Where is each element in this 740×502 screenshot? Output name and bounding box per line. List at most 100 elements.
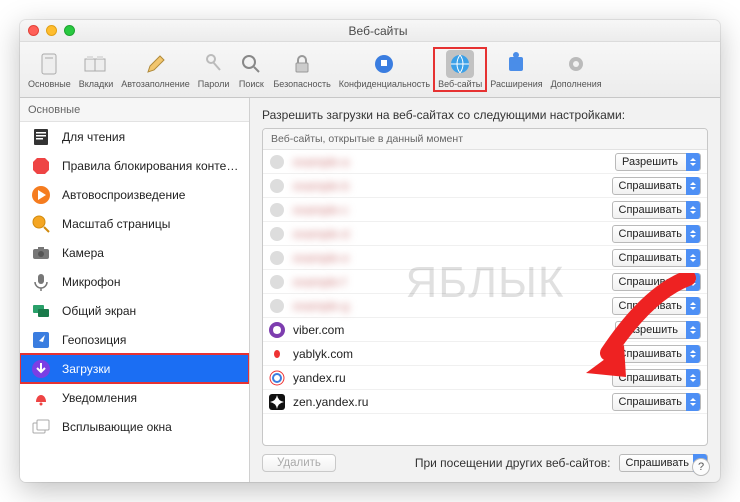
search-icon bbox=[237, 50, 265, 78]
sidebar-item-autoplay[interactable]: Автовоспроизведение bbox=[20, 180, 249, 209]
camera-icon bbox=[30, 242, 52, 264]
chevron-updown-icon bbox=[686, 249, 700, 267]
tab-general[interactable]: Основные bbox=[24, 48, 75, 91]
tabs-icon bbox=[82, 50, 110, 78]
sidebar-item-page-zoom[interactable]: Масштаб страницы bbox=[20, 209, 249, 238]
minimize-window-button[interactable] bbox=[46, 25, 57, 36]
favicon bbox=[269, 370, 285, 386]
tab-autofill[interactable]: Автозаполнение bbox=[117, 48, 194, 91]
table-row[interactable]: example-fСпрашивать bbox=[263, 270, 707, 294]
site-domain: zen.yandex.ru bbox=[293, 395, 612, 409]
sidebar-header: Основные bbox=[20, 98, 249, 122]
chevron-updown-icon bbox=[686, 225, 700, 243]
favicon bbox=[269, 178, 285, 194]
table-row[interactable]: viber.comРазрешить bbox=[263, 318, 707, 342]
preferences-window: Веб-сайты Основные Вкладки Автозаполнени… bbox=[20, 20, 720, 482]
site-policy-select[interactable]: Спрашивать bbox=[612, 225, 701, 243]
hand-icon bbox=[370, 50, 398, 78]
tab-privacy[interactable]: Конфиденциальность bbox=[335, 48, 434, 91]
sidebar-item-camera[interactable]: Камера bbox=[20, 238, 249, 267]
mic-icon bbox=[30, 271, 52, 293]
favicon bbox=[269, 274, 285, 290]
site-policy-select[interactable]: Спрашивать bbox=[612, 345, 701, 363]
chevron-updown-icon bbox=[686, 273, 700, 291]
site-domain: example-b bbox=[293, 179, 612, 193]
close-window-button[interactable] bbox=[28, 25, 39, 36]
sidebar-list: Для чтения Правила блокирования контента… bbox=[20, 122, 249, 482]
chevron-updown-icon bbox=[686, 369, 700, 387]
chevron-updown-icon bbox=[686, 321, 700, 339]
chevron-updown-icon bbox=[686, 345, 700, 363]
table-row[interactable]: zen.yandex.ruСпрашивать bbox=[263, 390, 707, 414]
delete-button[interactable]: Удалить bbox=[262, 454, 336, 472]
table-row[interactable]: example-gСпрашивать bbox=[263, 294, 707, 318]
chevron-updown-icon bbox=[686, 201, 700, 219]
table-row[interactable]: yandex.ruСпрашивать bbox=[263, 366, 707, 390]
sidebar: Основные Для чтения Правила блокирования… bbox=[20, 98, 250, 482]
main-panel: Разрешить загрузки на веб-сайтах со след… bbox=[250, 98, 720, 482]
favicon bbox=[269, 250, 285, 266]
gear-icon bbox=[562, 50, 590, 78]
sidebar-item-microphone[interactable]: Микрофон bbox=[20, 267, 249, 296]
sidebar-item-content-blockers[interactable]: Правила блокирования контента bbox=[20, 151, 249, 180]
site-policy-select[interactable]: Спрашивать bbox=[612, 297, 701, 315]
sidebar-item-screen-sharing[interactable]: Общий экран bbox=[20, 296, 249, 325]
table-row[interactable]: yablyk.comСпрашивать bbox=[263, 342, 707, 366]
table-header: Веб-сайты, открытые в данный момент bbox=[263, 129, 707, 150]
chevron-updown-icon bbox=[686, 393, 700, 411]
site-policy-select[interactable]: Спрашивать bbox=[612, 273, 701, 291]
table-body: ЯБЛЫК example-aРазрешитьexample-bСпрашив… bbox=[263, 150, 707, 445]
site-domain: example-f bbox=[293, 275, 612, 289]
download-icon bbox=[30, 358, 52, 380]
main-heading: Разрешить загрузки на веб-сайтах со след… bbox=[262, 108, 708, 122]
sidebar-item-reader[interactable]: Для чтения bbox=[20, 122, 249, 151]
site-policy-select[interactable]: Спрашивать bbox=[612, 177, 701, 195]
tab-extensions[interactable]: Расширения bbox=[486, 48, 546, 91]
tab-security[interactable]: Безопасность bbox=[269, 48, 334, 91]
stop-icon bbox=[30, 155, 52, 177]
site-policy-select[interactable]: Разрешить bbox=[615, 153, 701, 171]
globe-icon bbox=[446, 50, 474, 78]
site-policy-select[interactable]: Спрашивать bbox=[612, 393, 701, 411]
zoom-icon bbox=[30, 213, 52, 235]
table-row[interactable]: example-dСпрашивать bbox=[263, 222, 707, 246]
table-row[interactable]: example-bСпрашивать bbox=[263, 174, 707, 198]
table-row[interactable]: example-cСпрашивать bbox=[263, 198, 707, 222]
favicon bbox=[269, 346, 285, 362]
location-icon bbox=[30, 329, 52, 351]
favicon bbox=[269, 202, 285, 218]
favicon bbox=[269, 298, 285, 314]
sidebar-item-popups[interactable]: Всплывающие окна bbox=[20, 412, 249, 441]
chevron-updown-icon bbox=[686, 153, 700, 171]
tab-search[interactable]: Поиск bbox=[233, 48, 269, 91]
site-policy-select[interactable]: Спрашивать bbox=[612, 201, 701, 219]
table-row[interactable]: example-aРазрешить bbox=[263, 150, 707, 174]
favicon bbox=[269, 226, 285, 242]
site-policy-select[interactable]: Спрашивать bbox=[612, 249, 701, 267]
site-domain: yablyk.com bbox=[293, 347, 612, 361]
site-policy-select[interactable]: Спрашивать bbox=[612, 369, 701, 387]
tab-passwords[interactable]: Пароли bbox=[194, 48, 234, 91]
tab-tabs[interactable]: Вкладки bbox=[75, 48, 118, 91]
zoom-window-button[interactable] bbox=[64, 25, 75, 36]
site-domain: example-a bbox=[293, 155, 615, 169]
sidebar-item-notifications[interactable]: Уведомления bbox=[20, 383, 249, 412]
sidebar-item-downloads[interactable]: Загрузки bbox=[20, 354, 249, 383]
key-icon bbox=[200, 50, 228, 78]
general-icon bbox=[35, 50, 63, 78]
chevron-updown-icon bbox=[686, 297, 700, 315]
site-domain: viber.com bbox=[293, 323, 615, 337]
favicon bbox=[269, 394, 285, 410]
table-row[interactable]: example-eСпрашивать bbox=[263, 246, 707, 270]
pencil-icon bbox=[142, 50, 170, 78]
lock-icon bbox=[288, 50, 316, 78]
sites-table: Веб-сайты, открытые в данный момент ЯБЛЫ… bbox=[262, 128, 708, 446]
sidebar-item-location[interactable]: Геопозиция bbox=[20, 325, 249, 354]
tab-websites[interactable]: Веб-сайты bbox=[434, 48, 486, 91]
site-policy-select[interactable]: Разрешить bbox=[615, 321, 701, 339]
bell-icon bbox=[30, 387, 52, 409]
help-button[interactable]: ? bbox=[692, 458, 710, 476]
play-icon bbox=[30, 184, 52, 206]
tab-advanced[interactable]: Дополнения bbox=[547, 48, 606, 91]
site-domain: yandex.ru bbox=[293, 371, 612, 385]
